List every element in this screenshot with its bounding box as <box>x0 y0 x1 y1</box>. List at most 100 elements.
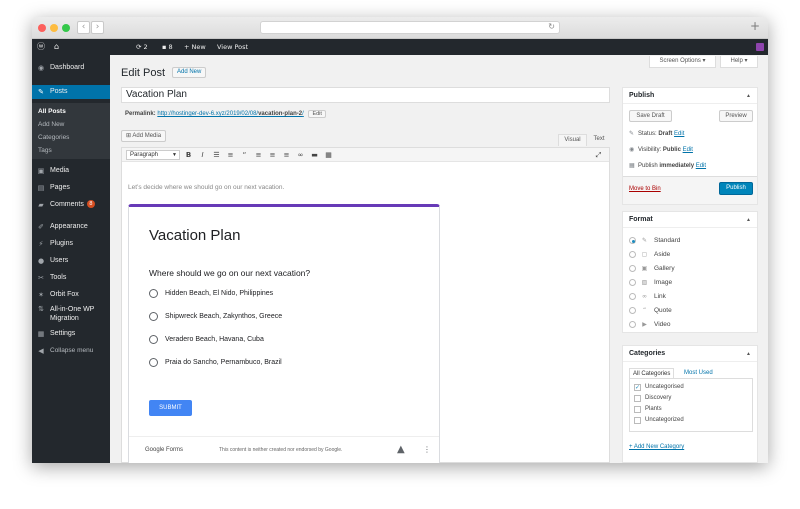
add-new-button[interactable]: Add New <box>172 67 207 78</box>
form-submit-button[interactable]: SUBMIT <box>149 400 192 416</box>
submenu-all-posts[interactable]: All Posts <box>38 108 66 115</box>
view-post-link[interactable]: View Post <box>217 39 248 55</box>
radio-button[interactable] <box>629 279 636 286</box>
sidebar-item-label: Tools <box>50 274 67 281</box>
sidebar-item-settings[interactable]: ▦ Settings <box>32 327 110 341</box>
submenu-add-new[interactable]: Add New <box>38 121 64 128</box>
radio-button[interactable] <box>149 335 158 344</box>
radio-button[interactable] <box>629 265 636 272</box>
maximize-window-button[interactable] <box>62 24 70 32</box>
refresh-icon: ⟳ <box>136 43 142 51</box>
tab-visual[interactable]: Visual <box>558 134 587 146</box>
post-editor[interactable]: Paragraph ▼ B I ☰ ≡ “ ≡ ≡ ≡ ∞ ▬ ▦ ⤢ Let’s… <box>121 147 610 463</box>
add-media-button[interactable]: ⊞ Add Media <box>121 130 167 142</box>
edit-status-link[interactable]: Edit <box>674 131 684 137</box>
sidebar-item-migration[interactable]: ⇅ All-in-One WP Migration <box>32 303 110 325</box>
help-button[interactable]: Help ▾ <box>720 56 758 68</box>
post-title-input[interactable]: Vacation Plan <box>121 87 610 103</box>
address-bar[interactable]: ↻ <box>260 21 560 34</box>
sidebar-item-orbit-fox[interactable]: ✶ Orbit Fox <box>32 288 110 302</box>
fullscreen-icon[interactable]: ⤢ <box>594 150 603 160</box>
submenu-categories[interactable]: Categories <box>38 134 69 141</box>
edit-visibility-link[interactable]: Edit <box>683 147 693 153</box>
format-select[interactable]: Paragraph ▼ <box>126 150 180 160</box>
collapse-toggle-icon[interactable]: ▲ <box>746 88 751 104</box>
radio-button[interactable] <box>629 251 636 258</box>
numbered-list-icon[interactable]: ≡ <box>226 150 235 160</box>
sidebar-item-media[interactable]: ▣ Media <box>32 164 110 178</box>
add-new-category-link[interactable]: + Add New Category <box>629 444 684 450</box>
publish-box: Publish ▲ Save Draft Preview ✎ Status: Dra… <box>622 87 758 205</box>
radio-button[interactable] <box>629 321 636 328</box>
radio-button[interactable] <box>629 237 636 244</box>
report-warning-icon[interactable]: ▲ <box>397 444 405 455</box>
sidebar-item-label: Appearance <box>50 223 88 230</box>
align-center-icon[interactable]: ≡ <box>268 150 277 160</box>
close-window-button[interactable] <box>38 24 46 32</box>
sidebar-item-posts[interactable]: ✎ Posts <box>32 85 110 99</box>
bold-icon[interactable]: B <box>184 150 193 160</box>
edit-permalink-button[interactable]: Edit <box>308 110 326 118</box>
publish-heading[interactable]: Publish ▲ <box>623 88 757 104</box>
new-label: New <box>191 43 206 51</box>
sidebar-item-users[interactable]: ● Users <box>32 254 110 268</box>
checkbox[interactable] <box>634 417 641 424</box>
align-left-icon[interactable]: ≡ <box>254 150 263 160</box>
new-tab-button[interactable]: + <box>750 19 760 33</box>
radio-button[interactable] <box>149 358 158 367</box>
wordpress-logo-icon[interactable]: ⓦ <box>37 39 45 55</box>
comments-link[interactable]: ▪ 8 <box>162 39 173 55</box>
collapse-toggle-icon[interactable]: ▲ <box>746 212 751 228</box>
preview-button[interactable]: Preview <box>719 110 753 122</box>
collapse-toggle-icon[interactable]: ▲ <box>746 346 751 362</box>
tools-icon: ✂ <box>38 274 44 282</box>
radio-button[interactable] <box>629 293 636 300</box>
read-more-icon[interactable]: ▬ <box>310 150 319 160</box>
align-right-icon[interactable]: ≡ <box>282 150 291 160</box>
category-label: Uncategorised <box>645 384 684 390</box>
bullet-list-icon[interactable]: ☰ <box>212 150 221 160</box>
minimize-window-button[interactable] <box>50 24 58 32</box>
radio-button[interactable] <box>149 312 158 321</box>
sidebar-item-collapse[interactable]: ◀ Collapse menu <box>32 344 110 358</box>
screen-options-button[interactable]: Screen Options ▾ <box>649 56 716 68</box>
link-icon[interactable]: ∞ <box>296 150 305 160</box>
move-to-bin-link[interactable]: Move to Bin <box>629 186 661 192</box>
radio-button[interactable] <box>629 307 636 314</box>
comment-bubble-icon: ▪ <box>162 43 167 51</box>
categories-heading[interactable]: Categories ▲ <box>623 346 757 362</box>
sidebar-item-label: Orbit Fox <box>50 291 79 298</box>
toolbar-toggle-icon[interactable]: ▦ <box>324 150 333 160</box>
sidebar-item-comments[interactable]: ▰ Comments 8 <box>32 198 110 212</box>
sidebar-item-label: All-in-One WP Migration <box>50 306 95 322</box>
blockquote-icon[interactable]: “ <box>240 150 249 160</box>
sidebar-item-plugins[interactable]: ⚡ Plugins <box>32 237 110 251</box>
publish-button[interactable]: Publish <box>719 182 753 195</box>
updates-link[interactable]: ⟳ 2 <box>136 39 148 55</box>
reload-icon[interactable]: ↻ <box>548 22 555 31</box>
forward-button[interactable]: › <box>91 21 104 34</box>
page-title: Edit Post <box>121 67 166 79</box>
checkbox[interactable] <box>634 406 641 413</box>
plugin-square-icon[interactable] <box>756 43 764 51</box>
italic-icon[interactable]: I <box>198 150 207 160</box>
sidebar-item-dashboard[interactable]: ◉ Dashboard <box>32 61 110 75</box>
sidebar-item-pages[interactable]: ▤ Pages <box>32 181 110 195</box>
tab-text[interactable]: Text <box>588 134 610 146</box>
sidebar-item-tools[interactable]: ✂ Tools <box>32 271 110 285</box>
checkbox[interactable] <box>634 395 641 402</box>
category-label: Uncategorized <box>645 417 684 423</box>
permalink-url[interactable]: http://hostinger-dev-6.xyz/2019/02/08/va… <box>157 111 303 117</box>
format-heading[interactable]: Format ▲ <box>623 212 757 228</box>
radio-button[interactable] <box>149 289 158 298</box>
more-vert-icon[interactable]: ⋮ <box>423 445 431 454</box>
sidebar-item-label: Pages <box>50 184 70 191</box>
home-icon[interactable]: ⌂ <box>54 39 59 55</box>
back-button[interactable]: ‹ <box>77 21 90 34</box>
new-content-link[interactable]: + New <box>184 39 206 55</box>
checkbox-checked[interactable]: ✓ <box>634 384 641 391</box>
save-draft-button[interactable]: Save Draft <box>629 110 672 122</box>
submenu-tags[interactable]: Tags <box>38 147 52 154</box>
edit-schedule-link[interactable]: Edit <box>696 163 706 169</box>
sidebar-item-appearance[interactable]: ✐ Appearance <box>32 220 110 234</box>
